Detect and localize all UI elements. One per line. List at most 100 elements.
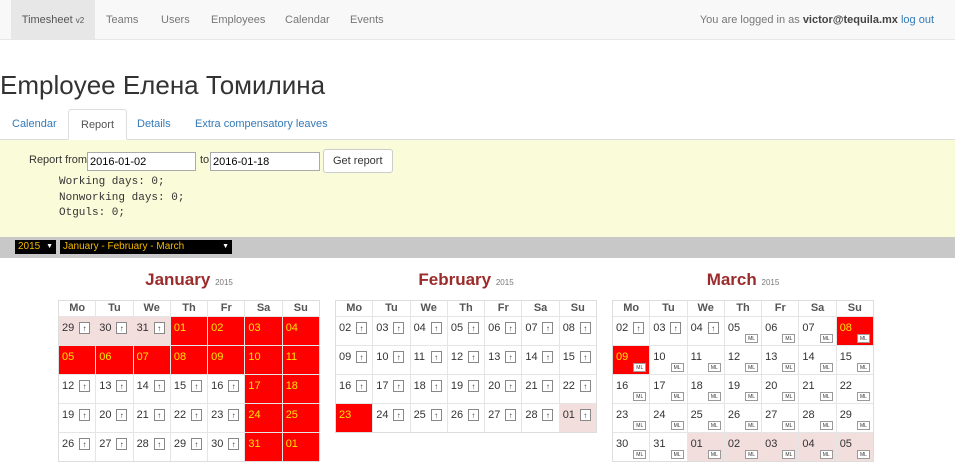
arrow-up-icon[interactable]: ↑ [153, 438, 165, 450]
day-cell[interactable]: 03 [245, 317, 283, 345]
nav-events[interactable]: Events [350, 0, 384, 40]
ml-badge[interactable]: ML [819, 421, 833, 430]
ml-badge[interactable]: ML [707, 363, 721, 372]
ml-badge[interactable]: ML [633, 392, 647, 401]
day-cell[interactable]: 04 [282, 317, 319, 345]
day-cell[interactable]: 14 ↑ [522, 346, 560, 374]
day-cell[interactable]: 04 ↑ [411, 317, 448, 345]
day-cell[interactable]: 01 [282, 433, 319, 461]
arrow-up-icon[interactable]: ↑ [393, 351, 405, 363]
ml-badge[interactable]: ML [633, 363, 647, 372]
day-cell[interactable]: 29 ↑ [59, 317, 97, 345]
ml-badge[interactable]: ML [745, 450, 759, 459]
arrow-up-icon[interactable]: ↑ [633, 322, 644, 334]
ml-badge[interactable]: ML [670, 450, 684, 459]
day-cell[interactable]: 19 ML [725, 375, 763, 403]
day-cell[interactable]: 14 ↑ [134, 375, 171, 403]
tab-calendar[interactable]: Calendar [0, 109, 69, 140]
day-cell[interactable]: 02 ↑ [336, 317, 374, 345]
day-cell[interactable]: 14 ML [799, 346, 837, 374]
arrow-up-icon[interactable]: ↑ [356, 380, 367, 392]
arrow-up-icon[interactable]: ↑ [467, 409, 479, 421]
day-cell[interactable]: 16 ↑ [208, 375, 246, 403]
arrow-up-icon[interactable]: ↑ [153, 380, 165, 392]
arrow-up-icon[interactable]: ↑ [579, 351, 591, 363]
arrow-up-icon[interactable]: ↑ [228, 409, 240, 421]
ml-badge[interactable]: ML [819, 363, 833, 372]
arrow-up-icon[interactable]: ↑ [467, 322, 479, 334]
arrow-up-icon[interactable]: ↑ [579, 322, 591, 334]
arrow-up-icon[interactable]: ↑ [228, 380, 240, 392]
ml-badge[interactable]: ML [819, 334, 833, 343]
arrow-up-icon[interactable]: ↑ [393, 322, 405, 334]
day-cell[interactable]: 10 ↑ [373, 346, 411, 374]
day-cell[interactable]: 26 ML [725, 404, 763, 432]
day-cell[interactable]: 17 ↑ [373, 375, 411, 403]
arrow-up-icon[interactable]: ↑ [707, 322, 719, 334]
day-cell[interactable]: 07 ↑ [522, 317, 560, 345]
ml-badge[interactable]: ML [819, 392, 833, 401]
day-cell[interactable]: 31 ML [650, 433, 688, 461]
ml-badge[interactable]: ML [633, 421, 647, 430]
arrow-up-icon[interactable]: ↑ [542, 322, 554, 334]
arrow-up-icon[interactable]: ↑ [467, 351, 479, 363]
ml-badge[interactable]: ML [745, 392, 759, 401]
day-cell[interactable]: 02 [208, 317, 246, 345]
arrow-up-icon[interactable]: ↑ [153, 409, 165, 421]
day-cell[interactable]: 16 ML [613, 375, 651, 403]
arrow-up-icon[interactable]: ↑ [190, 409, 202, 421]
ml-badge[interactable]: ML [670, 363, 684, 372]
day-cell[interactable]: 06 ML [762, 317, 800, 345]
day-cell[interactable]: 05 ML [836, 433, 873, 461]
day-cell[interactable]: 04 ↑ [688, 317, 725, 345]
day-cell[interactable]: 12 ML [725, 346, 763, 374]
day-cell[interactable]: 30 ML [613, 433, 651, 461]
ml-badge[interactable]: ML [856, 334, 870, 343]
nav-teams[interactable]: Teams [106, 0, 138, 40]
nav-employees[interactable]: Employees [211, 0, 265, 40]
arrow-up-icon[interactable]: ↑ [542, 409, 554, 421]
arrow-up-icon[interactable]: ↑ [505, 380, 517, 392]
day-cell[interactable]: 20 ↑ [96, 404, 134, 432]
day-cell[interactable]: 13 ↑ [485, 346, 523, 374]
day-cell[interactable]: 28 ↑ [522, 404, 560, 432]
day-cell[interactable]: 08 [170, 346, 209, 374]
arrow-up-icon[interactable]: ↑ [467, 380, 479, 392]
day-cell[interactable]: 27 ↑ [96, 433, 134, 461]
ml-badge[interactable]: ML [819, 450, 833, 459]
arrow-up-icon[interactable]: ↑ [430, 351, 442, 363]
arrow-up-icon[interactable]: ↑ [430, 409, 442, 421]
ml-badge[interactable]: ML [670, 392, 684, 401]
arrow-up-icon[interactable]: ↑ [79, 380, 90, 392]
day-cell[interactable]: 07 [133, 346, 171, 374]
day-cell[interactable]: 09 ↑ [336, 346, 374, 374]
day-cell[interactable]: 28 ML [799, 404, 837, 432]
day-cell[interactable]: 27 ↑ [485, 404, 523, 432]
day-cell[interactable]: 30 ↑ [208, 433, 246, 461]
day-cell[interactable]: 05 ML [725, 317, 763, 345]
day-cell[interactable]: 01 [170, 317, 209, 345]
arrow-up-icon[interactable]: ↑ [356, 322, 367, 334]
day-cell[interactable]: 08 ML [836, 317, 873, 345]
arrow-up-icon[interactable]: ↑ [79, 409, 90, 421]
arrow-up-icon[interactable]: ↑ [505, 351, 517, 363]
day-cell[interactable]: 09 ML [613, 346, 651, 374]
day-cell[interactable]: 06 ↑ [485, 317, 523, 345]
day-cell[interactable]: 01 ML [687, 433, 725, 461]
day-cell[interactable]: 20 ↑ [485, 375, 523, 403]
day-cell[interactable]: 12 ↑ [448, 346, 486, 374]
day-cell[interactable]: 25 ML [688, 404, 725, 432]
day-cell[interactable]: 27 ML [762, 404, 800, 432]
day-cell[interactable]: 04 ML [799, 433, 837, 461]
day-cell[interactable]: 10 ML [650, 346, 688, 374]
arrow-up-icon[interactable]: ↑ [670, 322, 682, 334]
arrow-up-icon[interactable]: ↑ [79, 438, 90, 450]
day-cell[interactable]: 09 [208, 346, 246, 374]
day-cell[interactable]: 03 ↑ [650, 317, 688, 345]
day-cell[interactable]: 22 ML [837, 375, 873, 403]
day-cell[interactable]: 20 ML [762, 375, 800, 403]
day-cell[interactable]: 11 ↑ [411, 346, 448, 374]
day-cell[interactable]: 23 [336, 404, 374, 432]
report-from-input[interactable] [87, 152, 196, 171]
day-cell[interactable]: 18 [282, 375, 319, 403]
